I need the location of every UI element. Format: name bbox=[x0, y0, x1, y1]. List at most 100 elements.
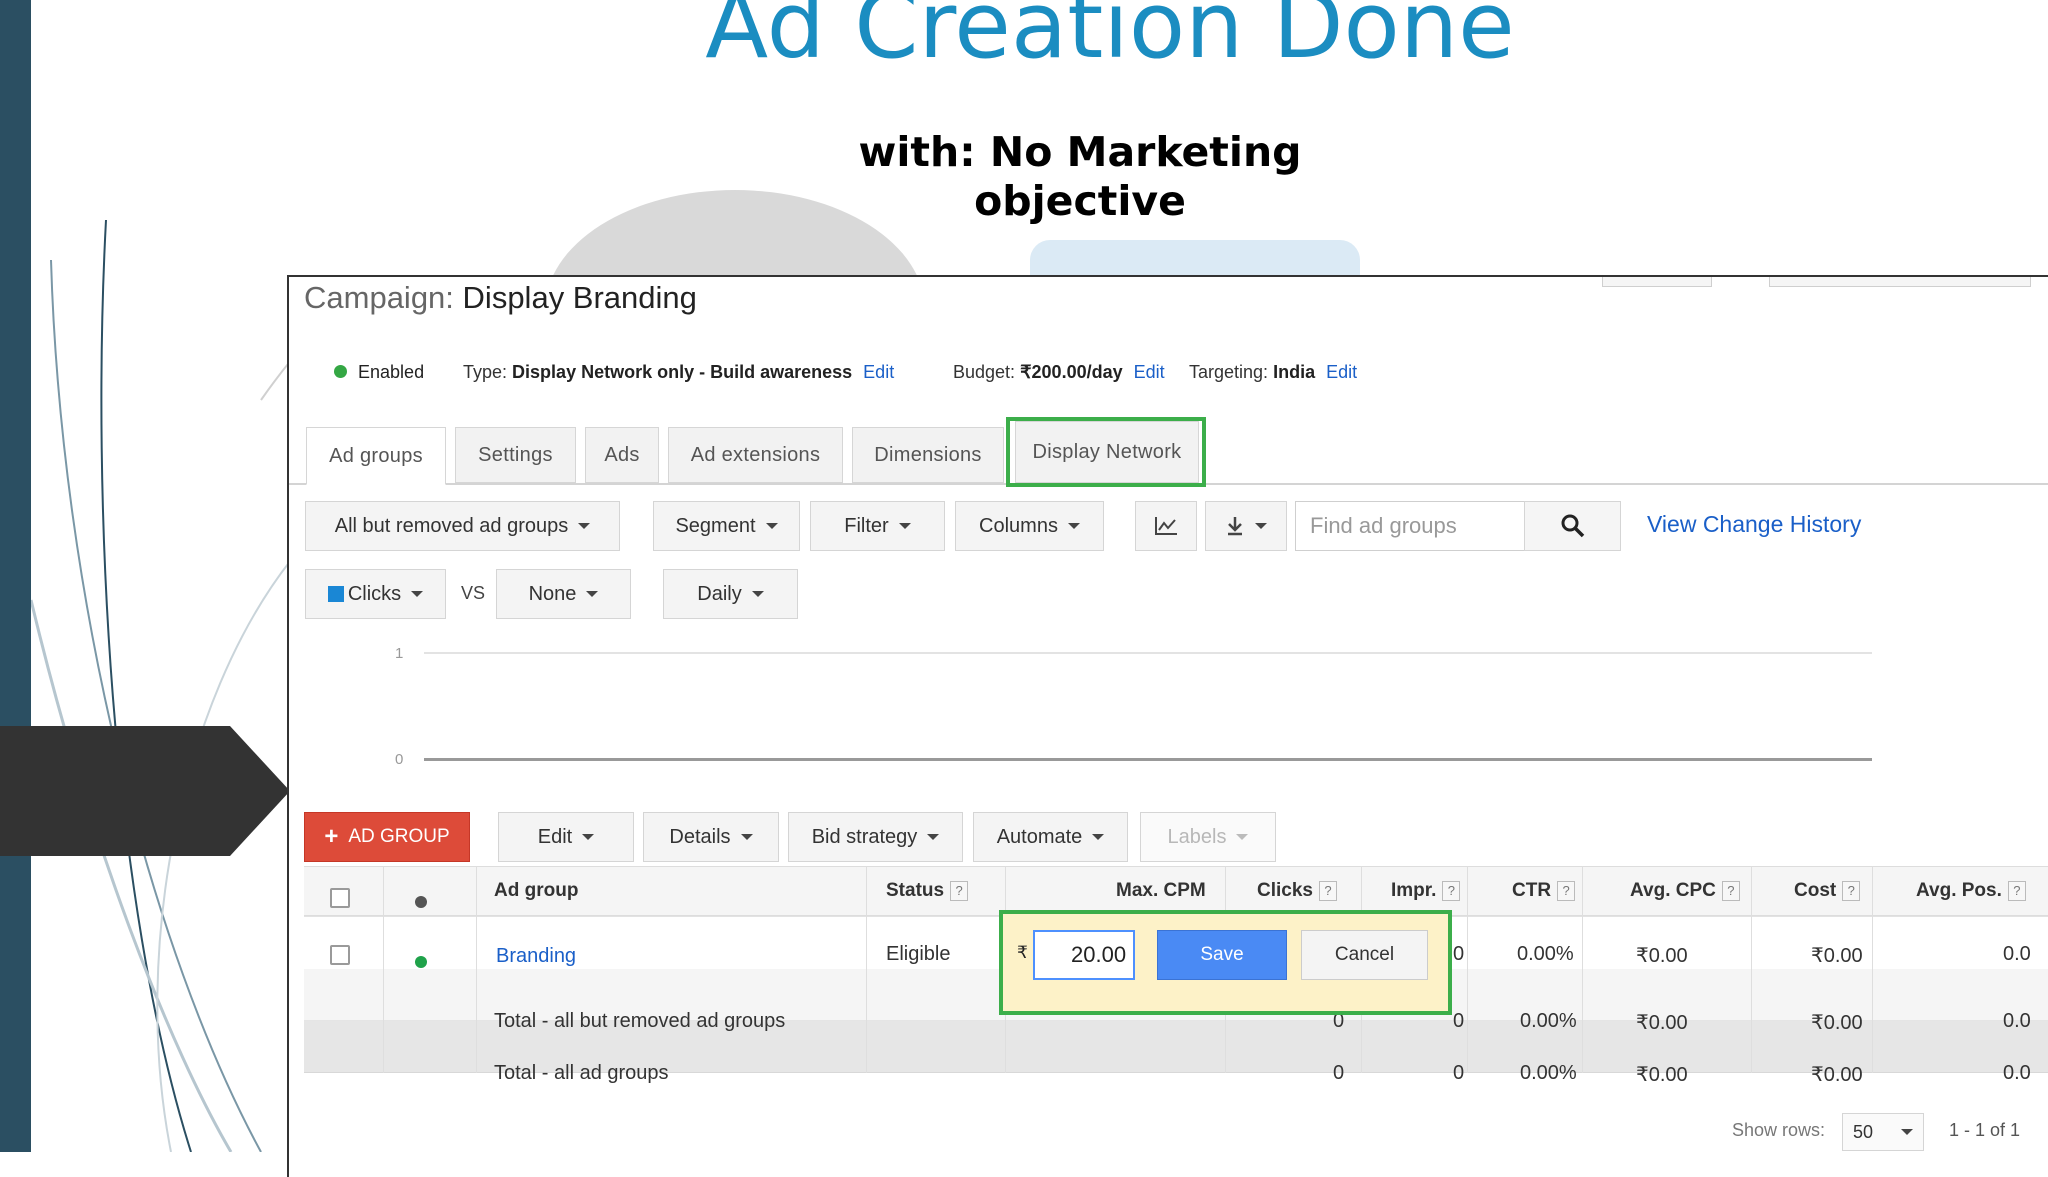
download-dropdown[interactable] bbox=[1205, 501, 1287, 551]
tab-settings[interactable]: Settings bbox=[455, 427, 576, 483]
campaign-name: Display Branding bbox=[462, 280, 697, 315]
row-checkbox[interactable] bbox=[330, 945, 350, 965]
column-divider bbox=[383, 866, 384, 1073]
total-all-cost: ₹0.00 bbox=[1811, 1064, 1863, 1086]
row-impr: 0 bbox=[1453, 943, 1465, 965]
targeting-value: India bbox=[1273, 362, 1316, 382]
header-ctr-label: CTR bbox=[1512, 880, 1552, 901]
header-impr-label: Impr. bbox=[1391, 880, 1437, 901]
slide-left-bar bbox=[0, 0, 31, 1152]
header-ctr[interactable]: CTR? bbox=[1512, 866, 1576, 916]
currency-symbol: ₹ bbox=[1017, 943, 1028, 962]
budget-value: ₹200.00/day bbox=[1020, 362, 1123, 382]
cancel-button[interactable]: Cancel bbox=[1301, 930, 1428, 980]
metric2-label: None bbox=[528, 582, 577, 605]
select-all-checkbox[interactable] bbox=[330, 888, 350, 908]
background-arc-blue bbox=[1030, 240, 1360, 280]
metric1-dropdown[interactable]: Clicks bbox=[305, 569, 446, 619]
edit-dropdown[interactable]: Edit bbox=[498, 812, 634, 862]
vs-label: VS bbox=[461, 583, 486, 603]
details-dropdown[interactable]: Details bbox=[643, 812, 779, 862]
total-all-clicks: 0 bbox=[1333, 1062, 1345, 1084]
total-removed-cost: ₹0.00 bbox=[1811, 1012, 1863, 1034]
header-cost-label: Cost bbox=[1794, 880, 1837, 901]
campaign-budget: Budget: ₹200.00/day Edit bbox=[953, 362, 1165, 383]
column-divider bbox=[1751, 866, 1752, 1073]
automate-label: Automate bbox=[996, 825, 1083, 848]
bid-strategy-label: Bid strategy bbox=[811, 825, 918, 848]
automate-dropdown[interactable]: Automate bbox=[973, 812, 1128, 862]
help-icon[interactable]: ? bbox=[1842, 881, 1861, 901]
campaign-label: Campaign: bbox=[304, 280, 454, 315]
tab-ad-extensions[interactable]: Ad extensions bbox=[668, 427, 843, 483]
header-impr[interactable]: Impr.? bbox=[1391, 866, 1461, 916]
header-ad-group[interactable]: Ad group bbox=[494, 866, 578, 916]
bid-strategy-dropdown[interactable]: Bid strategy bbox=[788, 812, 963, 862]
chevron-down-icon bbox=[1236, 834, 1249, 840]
metric1-swatch bbox=[327, 586, 344, 602]
chevron-down-icon bbox=[586, 591, 599, 597]
search-input[interactable]: Find ad groups bbox=[1295, 501, 1525, 551]
rows-per-page-value: 50 bbox=[1853, 1121, 1874, 1142]
chevron-down-icon bbox=[751, 591, 764, 597]
max-cpm-input[interactable]: 20.00 bbox=[1033, 930, 1135, 980]
chevron-down-icon bbox=[1067, 523, 1080, 529]
header-avg-pos[interactable]: Avg. Pos.? bbox=[1916, 866, 2026, 916]
save-button[interactable]: Save bbox=[1157, 930, 1287, 980]
line-chart-icon bbox=[1155, 517, 1177, 535]
header-status[interactable]: Status? bbox=[886, 866, 969, 916]
help-icon[interactable]: ? bbox=[1442, 881, 1461, 901]
details-label: Details bbox=[669, 825, 731, 848]
header-max-cpm[interactable]: Max. CPM bbox=[1116, 866, 1206, 916]
pagination-range: 1 - 1 of 1 bbox=[1949, 1120, 2021, 1140]
header-clicks[interactable]: Clicks? bbox=[1257, 866, 1337, 916]
filter-dropdown[interactable]: Filter bbox=[810, 501, 945, 551]
chart-toggle-button[interactable] bbox=[1135, 501, 1197, 551]
chevron-down-icon bbox=[1092, 834, 1105, 840]
type-value: Display Network only - Build awareness bbox=[512, 362, 853, 382]
period-dropdown[interactable]: Daily bbox=[663, 569, 798, 619]
add-ad-group-button[interactable]: + AD GROUP bbox=[304, 812, 470, 862]
help-icon[interactable]: ? bbox=[1557, 881, 1576, 901]
header-clicks-label: Clicks bbox=[1257, 880, 1313, 901]
top-toolbar-button[interactable] bbox=[1769, 277, 2031, 287]
columns-dropdown[interactable]: Columns bbox=[955, 501, 1104, 551]
row-status: Eligible bbox=[886, 943, 951, 965]
enabled-status-icon[interactable] bbox=[415, 956, 427, 968]
plus-icon: + bbox=[324, 823, 339, 850]
segment-dropdown[interactable]: Segment bbox=[653, 501, 800, 551]
chart-gridline bbox=[424, 652, 1872, 654]
campaign-status[interactable]: Enabled bbox=[334, 362, 424, 383]
status-text: Enabled bbox=[358, 362, 425, 382]
status-enabled-dot bbox=[334, 365, 347, 378]
status-column-dot-icon bbox=[415, 896, 427, 908]
top-toolbar-button[interactable] bbox=[1602, 277, 1712, 287]
help-icon[interactable]: ? bbox=[2007, 881, 2026, 901]
search-button[interactable] bbox=[1524, 501, 1621, 551]
display-network-highlight bbox=[1006, 417, 1206, 487]
labels-dropdown[interactable]: Labels bbox=[1140, 812, 1276, 862]
decorative-curves bbox=[31, 219, 291, 1152]
help-icon[interactable]: ? bbox=[1721, 881, 1740, 901]
total-removed-ctr: 0.00% bbox=[1520, 1010, 1577, 1032]
header-status-label: Status bbox=[886, 880, 945, 901]
header-avg-cpc[interactable]: Avg. CPC? bbox=[1630, 866, 1740, 916]
campaign-type: Type: Display Network only - Build aware… bbox=[463, 362, 894, 383]
metric2-dropdown[interactable]: None bbox=[496, 569, 631, 619]
budget-edit-link[interactable]: Edit bbox=[1134, 362, 1165, 382]
help-icon[interactable]: ? bbox=[1318, 881, 1337, 901]
type-edit-link[interactable]: Edit bbox=[863, 362, 894, 382]
segment-label: Segment bbox=[675, 514, 756, 537]
filter-scope-dropdown[interactable]: All but removed ad groups bbox=[305, 501, 620, 551]
download-icon bbox=[1228, 517, 1242, 536]
tab-dimensions[interactable]: Dimensions bbox=[852, 427, 1004, 483]
help-icon[interactable]: ? bbox=[950, 881, 969, 901]
add-ad-group-label: AD GROUP bbox=[348, 826, 450, 847]
tab-ads[interactable]: Ads bbox=[585, 427, 659, 483]
rows-per-page-select[interactable]: 50 bbox=[1842, 1113, 1924, 1151]
targeting-edit-link[interactable]: Edit bbox=[1326, 362, 1357, 382]
tab-ad-groups[interactable]: Ad groups bbox=[306, 427, 446, 485]
header-cost[interactable]: Cost? bbox=[1794, 866, 1861, 916]
ad-group-link[interactable]: Branding bbox=[496, 945, 576, 968]
view-change-history-link[interactable]: View Change History bbox=[1647, 511, 1861, 538]
